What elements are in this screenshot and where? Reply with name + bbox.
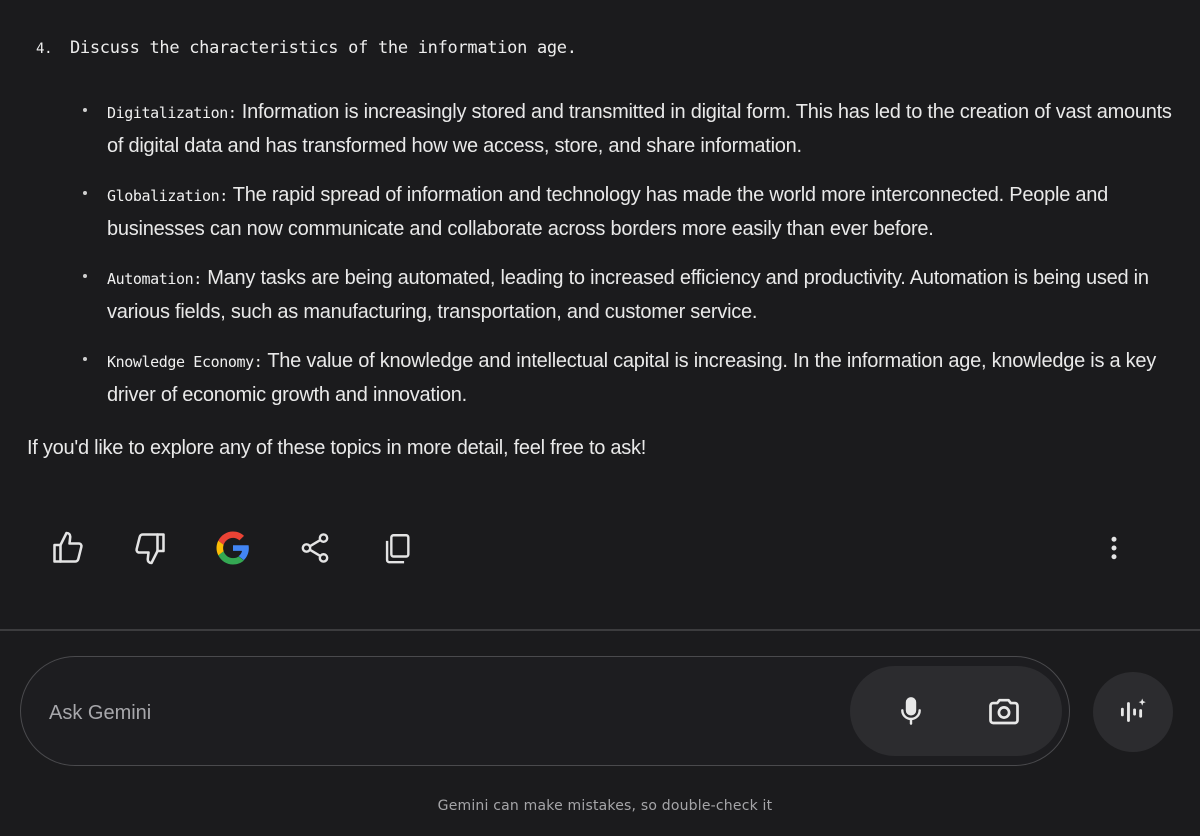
response-actions <box>0 528 1200 572</box>
ask-gemini-input[interactable] <box>47 692 831 734</box>
google-icon <box>215 530 251 566</box>
camera-button[interactable] <box>984 691 1024 731</box>
thumbs-down-button[interactable] <box>130 528 170 568</box>
copy-button[interactable] <box>377 528 417 568</box>
copy-icon <box>380 531 414 565</box>
gemini-live-icon <box>1116 695 1150 729</box>
gemini-chat-screen: 4. Discuss the characteristics of the inf… <box>0 0 1200 836</box>
bullet-text: Information is increasingly stored and t… <box>107 101 1172 157</box>
list-item: Automation: Many tasks are being automat… <box>78 262 1178 329</box>
disclaimer-text: Gemini can make mistakes, so double-chec… <box>437 798 773 814</box>
bullet-text: The rapid spread of information and tech… <box>107 184 1108 240</box>
question-number: 4. <box>36 41 53 57</box>
bullet-term: Globalization: <box>107 187 228 205</box>
bullet-text: The value of knowledge and intellectual … <box>107 350 1157 406</box>
question-text: Discuss the characteristics of the infor… <box>70 38 577 58</box>
bullet-term: Knowledge Economy: <box>107 353 263 371</box>
input-tools <box>850 666 1062 756</box>
list-item: Globalization: The rapid spread of infor… <box>78 179 1178 246</box>
share-icon <box>298 531 332 565</box>
list-item: Digitalization: Information is increasin… <box>78 96 1178 163</box>
more-options-button[interactable] <box>1094 528 1134 568</box>
bullet-text: Many tasks are being automated, leading … <box>107 267 1149 323</box>
bullet-term: Automation: <box>107 270 202 288</box>
question-heading: 4. Discuss the characteristics of the inf… <box>36 38 577 58</box>
thumbs-up-button[interactable] <box>48 528 88 568</box>
bullet-term: Digitalization: <box>107 104 237 122</box>
microphone-button[interactable] <box>891 691 931 731</box>
gemini-live-button[interactable] <box>1093 672 1173 752</box>
characteristics-list: Digitalization: Information is increasin… <box>78 96 1178 428</box>
mic-icon <box>895 695 927 727</box>
prompt-bar <box>20 656 1070 766</box>
thumbs-down-icon <box>132 530 168 566</box>
google-search-button[interactable] <box>213 528 253 568</box>
thumbs-up-icon <box>50 530 86 566</box>
more-vert-icon <box>1099 533 1129 563</box>
divider <box>0 629 1200 631</box>
list-item: Knowledge Economy: The value of knowledg… <box>78 345 1178 412</box>
share-button[interactable] <box>295 528 335 568</box>
closing-text: If you'd like to explore any of these to… <box>27 437 647 459</box>
camera-icon <box>986 693 1022 729</box>
